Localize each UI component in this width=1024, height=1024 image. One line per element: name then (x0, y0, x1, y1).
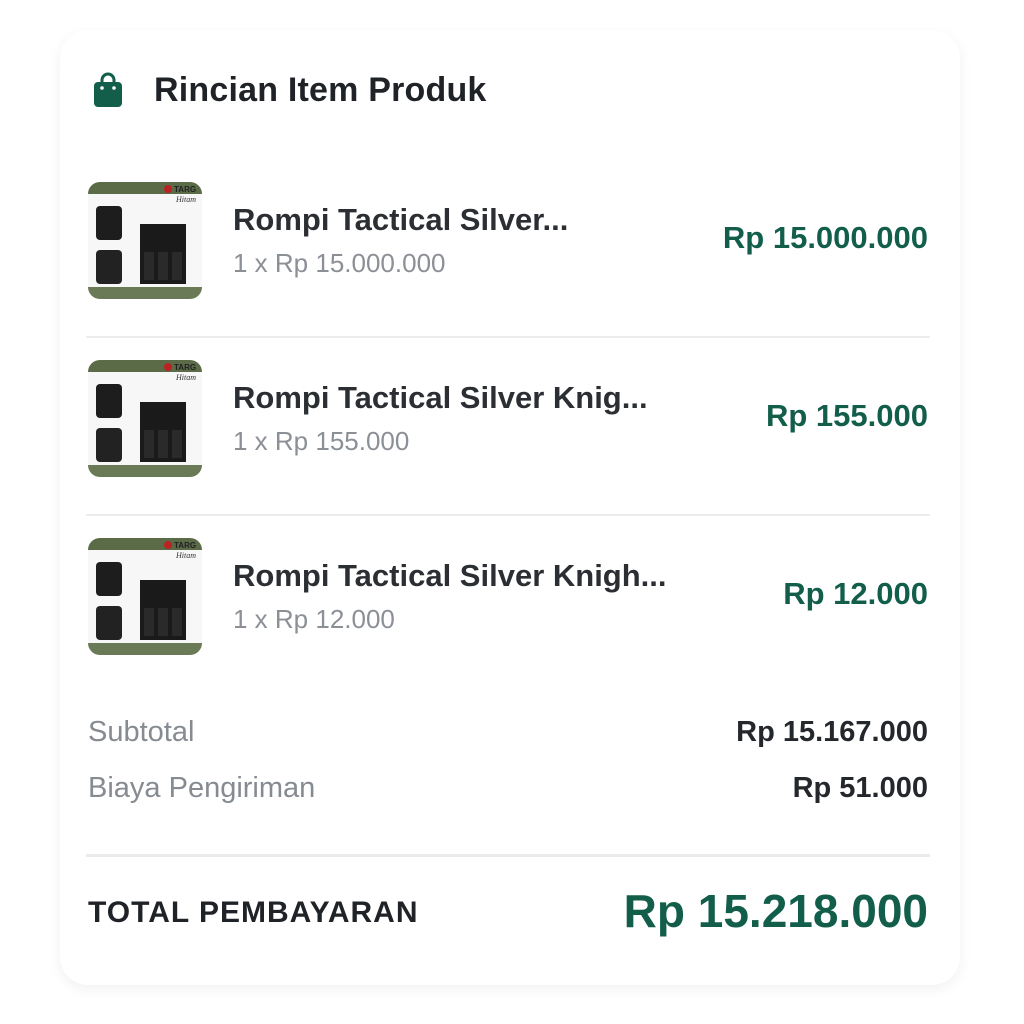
thumb-logo: TARG (174, 185, 196, 194)
thumb-label: Hitam (175, 195, 196, 204)
product-name: Rompi Tactical Silver... (233, 202, 569, 237)
total-value: Rp 15.218.000 (623, 885, 928, 937)
price-summary: Subtotal Rp 15.167.000 Biaya Pengiriman … (86, 712, 930, 824)
shopping-bag-icon (92, 72, 124, 108)
product-thumbnail: TARG Hitam (88, 360, 202, 477)
thumb-label: Hitam (175, 551, 196, 560)
product-thumbnail: TARG Hitam (88, 182, 202, 299)
shipping-label: Biaya Pengiriman (88, 772, 316, 804)
product-total-price: Rp 15.000.000 (722, 220, 928, 255)
thumb-logo: TARG (174, 541, 196, 550)
product-total-price: Rp 12.000 (783, 576, 928, 611)
product-quantity-price: 1 x Rp 12.000 (233, 604, 395, 634)
product-quantity-price: 1 x Rp 155.000 (233, 426, 410, 456)
product-quantity-price: 1 x Rp 15.000.000 (233, 248, 446, 278)
section-header: Rincian Item Produk (92, 70, 487, 110)
divider (86, 854, 930, 857)
total-label: TOTAL PEMBAYARAN (88, 896, 419, 929)
product-thumbnail: TARG Hitam (88, 538, 202, 655)
shipping-value: Rp 51.000 (792, 772, 928, 804)
product-item[interactable]: TARG Hitam Rompi Tactical Silver... 1 x … (86, 160, 930, 338)
subtotal-row: Subtotal Rp 15.167.000 (86, 712, 930, 768)
product-item[interactable]: TARG Hitam Rompi Tactical Silver Knig...… (86, 338, 930, 516)
thumb-logo: TARG (174, 363, 196, 372)
thumb-label: Hitam (175, 373, 196, 382)
subtotal-value: Rp 15.167.000 (736, 716, 928, 748)
shipping-row: Biaya Pengiriman Rp 51.000 (86, 768, 930, 824)
product-total-price: Rp 155.000 (766, 398, 928, 433)
subtotal-label: Subtotal (88, 716, 195, 748)
product-item-list: TARG Hitam Rompi Tactical Silver... 1 x … (86, 160, 930, 692)
product-item[interactable]: TARG Hitam Rompi Tactical Silver Knigh..… (86, 516, 930, 692)
product-name: Rompi Tactical Silver Knigh... (233, 558, 667, 593)
product-name: Rompi Tactical Silver Knig... (233, 380, 648, 415)
section-title: Rincian Item Produk (154, 70, 487, 109)
